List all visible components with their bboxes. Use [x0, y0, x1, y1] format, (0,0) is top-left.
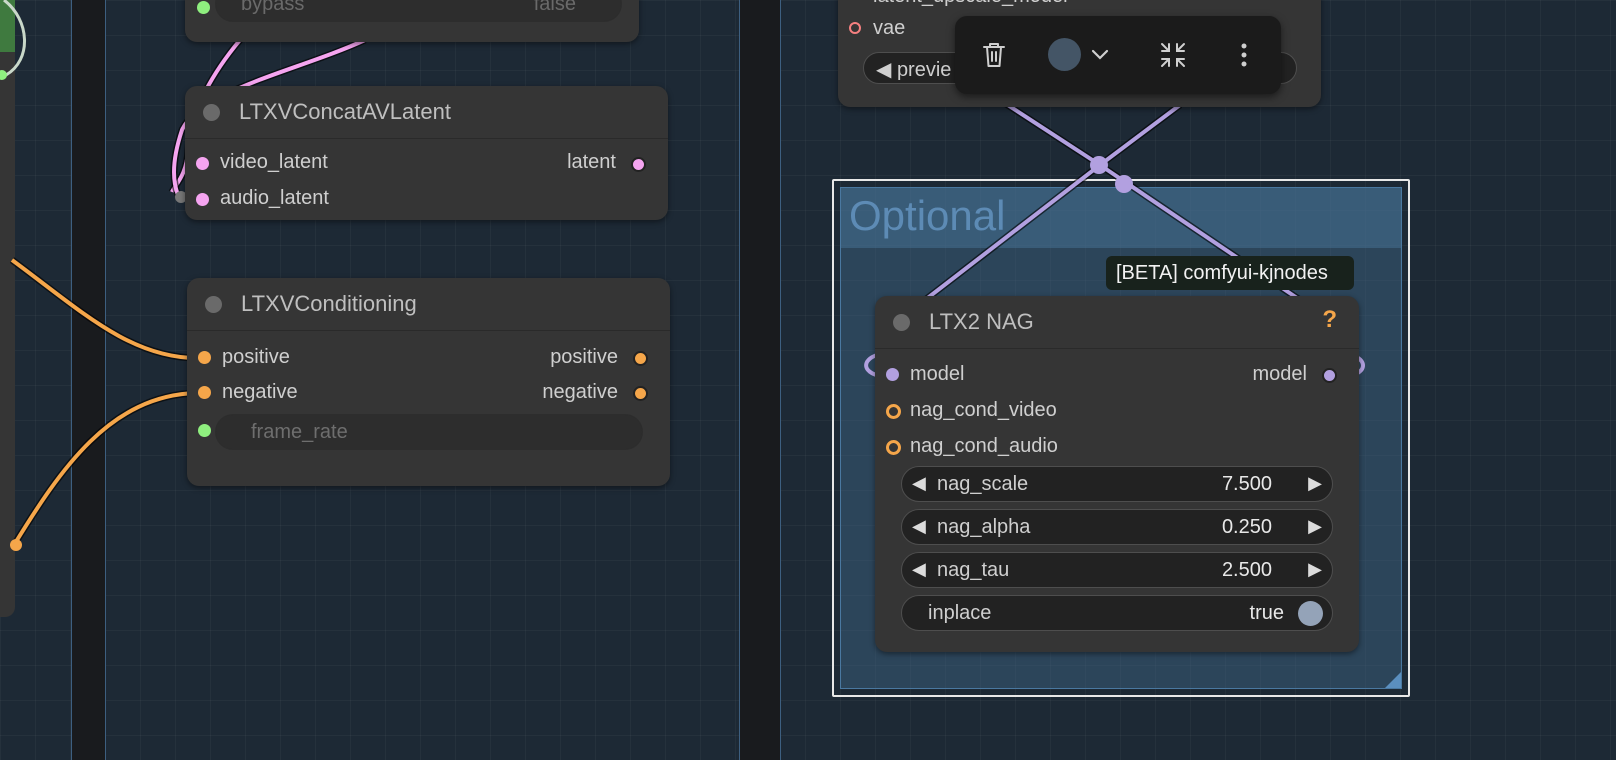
- output-dot-positive[interactable]: [633, 351, 648, 366]
- widget-label: inplace: [928, 602, 992, 624]
- link-conditioning: [10, 258, 198, 360]
- input-dot-audio-latent[interactable]: [196, 193, 209, 206]
- input-label-model: model: [910, 363, 965, 385]
- node-source-tooltip: [BETA] comfyui-kjnodes: [1106, 256, 1354, 290]
- widget-value: false: [533, 0, 576, 15]
- increment-arrow-icon[interactable]: ▶: [1308, 559, 1322, 580]
- link-end-dot: [0, 70, 7, 80]
- link-conditioning: [9, 257, 198, 362]
- toggle-knob[interactable]: [1298, 601, 1323, 626]
- decrement-arrow-icon[interactable]: ◀: [912, 516, 926, 537]
- nag-alpha-widget[interactable]: ◀ nag_alpha 0.250 ▶: [901, 509, 1333, 545]
- input-dot-frame-rate[interactable]: [198, 424, 211, 437]
- increment-arrow-icon[interactable]: ▶: [1308, 516, 1322, 537]
- node-ltx2-nag[interactable]: LTX2 NAG ? model model nag_cond_video na…: [875, 296, 1359, 652]
- node-header[interactable]: LTXVConditioning: [187, 278, 670, 331]
- output-dot-model[interactable]: [1322, 368, 1337, 383]
- node-title: LTXVConcatAVLatent: [239, 99, 451, 124]
- link-reroute-dot: [1115, 175, 1133, 193]
- link-end-dot: [10, 539, 22, 551]
- input-dot-model[interactable]: [886, 368, 899, 381]
- link-top-left: [3, 0, 26, 77]
- decrement-arrow-icon[interactable]: ◀: [912, 559, 926, 580]
- output-dot-latent[interactable]: [631, 157, 646, 172]
- widget-value: 0.250: [1221, 516, 1272, 538]
- input-ring-nag-cond-video[interactable]: [886, 404, 901, 419]
- node-title: LTX2 NAG: [929, 309, 1034, 334]
- nag-scale-widget[interactable]: ◀ nag_scale 7.500 ▶: [901, 466, 1333, 502]
- node-header[interactable]: LTX2 NAG ?: [875, 296, 1359, 349]
- node-title: LTXVConditioning: [241, 291, 417, 316]
- widget-label: nag_alpha: [937, 516, 1031, 538]
- node-header[interactable]: LTXVConcatAVLatent: [185, 86, 668, 139]
- output-label-negative: negative: [542, 381, 618, 403]
- input-dot-positive[interactable]: [198, 351, 211, 364]
- input-dot-negative[interactable]: [198, 386, 211, 399]
- widget-value: 2.500: [1221, 559, 1272, 581]
- trash-icon[interactable]: [981, 41, 1007, 74]
- chevron-down-icon[interactable]: [1091, 48, 1109, 66]
- output-label-model: model: [1252, 363, 1307, 385]
- node-ltxv-concat-av-latent[interactable]: LTXVConcatAVLatent video_latent audio_la…: [185, 86, 668, 220]
- input-dot-vae[interactable]: [849, 22, 861, 34]
- input-label-video-latent: video_latent: [220, 151, 328, 173]
- widget-label: frame_rate: [251, 421, 348, 443]
- more-vertical-icon[interactable]: [1240, 42, 1248, 73]
- nag-tau-widget[interactable]: ◀ nag_tau 2.500 ▶: [901, 552, 1333, 588]
- link-conditioning: [11, 389, 198, 547]
- node-top-bypass[interactable]: bypass false: [185, 0, 639, 42]
- input-label-positive: positive: [222, 346, 290, 368]
- color-circle-icon[interactable]: [1048, 38, 1081, 71]
- frame-rate-widget[interactable]: frame_rate: [215, 414, 643, 450]
- tooltip-text: [BETA] comfyui-kjnodes: [1116, 262, 1328, 284]
- bypass-widget[interactable]: bypass false: [215, 0, 622, 22]
- node-ltxv-conditioning[interactable]: LTXVConditioning positive negative posit…: [187, 278, 670, 486]
- input-label-vae: vae: [873, 17, 906, 39]
- decrement-arrow-icon[interactable]: ◀: [912, 473, 926, 494]
- node-collapse-dot[interactable]: [205, 296, 222, 313]
- node-collapse-dot[interactable]: [893, 314, 910, 331]
- input-label-nag-cond-audio: nag_cond_audio: [910, 435, 1058, 457]
- collapse-icon[interactable]: [1158, 40, 1188, 75]
- output-label-latent: latent: [567, 151, 616, 173]
- widget-label: nag_scale: [937, 473, 1029, 495]
- widget-value: 7.500: [1221, 473, 1272, 495]
- input-dot-video-latent[interactable]: [196, 157, 209, 170]
- input-label-negative: negative: [222, 381, 298, 403]
- inplace-toggle[interactable]: inplace true: [901, 595, 1333, 631]
- link-reroute-dot: [1090, 156, 1108, 174]
- link-conditioning: [12, 391, 198, 547]
- widget-value: true: [1249, 602, 1284, 624]
- input-label-latent-upscale-model: latent_upscale_model: [873, 0, 1068, 8]
- input-ring-nag-cond-audio[interactable]: [886, 440, 901, 455]
- widget-label: nag_tau: [937, 559, 1010, 581]
- increment-arrow-icon[interactable]: ▶: [1308, 473, 1322, 494]
- input-label-audio-latent: audio_latent: [220, 187, 329, 209]
- input-label-nag-cond-video: nag_cond_video: [910, 399, 1057, 421]
- input-dot[interactable]: [197, 1, 210, 14]
- widget-label: bypass: [241, 0, 305, 15]
- selection-toolbox: [955, 16, 1281, 94]
- preview-button-label: ◀ previe: [876, 59, 952, 81]
- output-dot-negative[interactable]: [633, 386, 648, 401]
- output-label-positive: positive: [550, 346, 618, 368]
- node-collapse-dot[interactable]: [203, 104, 220, 121]
- help-icon[interactable]: ?: [1322, 306, 1337, 334]
